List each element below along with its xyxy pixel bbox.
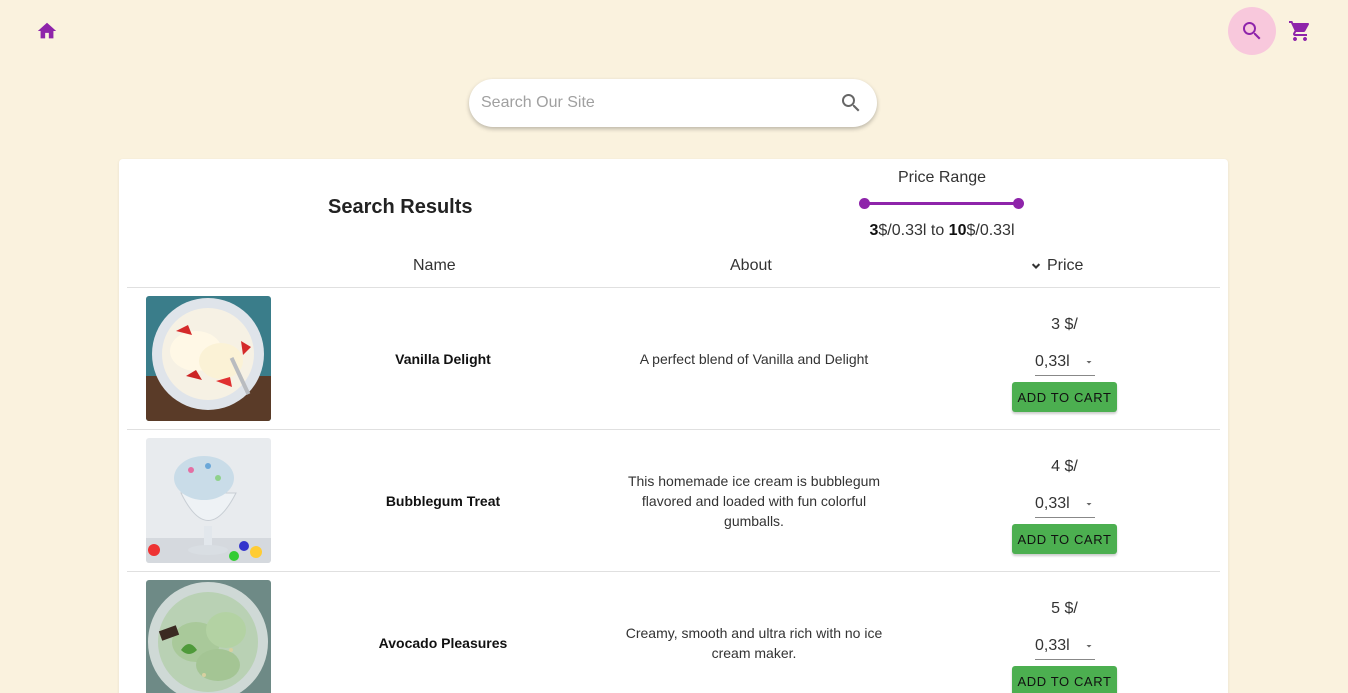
chevron-down-icon (1031, 263, 1041, 269)
price-range-slider[interactable] (839, 189, 1045, 219)
product-image (146, 580, 271, 693)
price-cell: 5 $/ 0,33l ADD TO CART (1012, 572, 1117, 693)
slider-min-handle[interactable] (859, 198, 870, 209)
range-max-unit: $/0.33l (966, 222, 1015, 239)
home-icon (37, 22, 57, 39)
search-input[interactable] (481, 94, 839, 112)
price-range-label: Price Range (897, 169, 987, 186)
search-submit-icon[interactable] (839, 91, 863, 115)
product-image (146, 438, 271, 563)
table-row: Vanilla Delight A perfect blend of Vanil… (127, 288, 1220, 430)
dropdown-arrow-icon (1086, 644, 1092, 647)
dropdown-arrow-icon (1086, 502, 1092, 505)
price-range-text: 3$/0.33l to 10$/0.33l (839, 222, 1045, 240)
cart-icon (1289, 21, 1310, 41)
price-cell: 4 $/ 0,33l ADD TO CART (1012, 430, 1117, 572)
cart-button[interactable] (1278, 9, 1322, 53)
size-select-value: 0,33l (1035, 636, 1070, 654)
slider-track (865, 202, 1018, 205)
table-row: Bubblegum Treat This homemade ice cream … (127, 430, 1220, 572)
search-bar (469, 79, 877, 127)
size-select-value: 0,33l (1035, 494, 1070, 512)
results-title: Search Results (328, 196, 473, 218)
size-select[interactable]: 0,33l (1035, 632, 1095, 660)
home-button[interactable] (25, 9, 69, 53)
column-header-price-sort[interactable]: Price (1029, 257, 1083, 275)
table-row: Avocado Pleasures Creamy, smooth and ult… (127, 572, 1220, 693)
price-cell: 3 $/ 0,33l ADD TO CART (1012, 288, 1117, 430)
size-select[interactable]: 0,33l (1035, 348, 1095, 376)
price-range-filter: Price Range 3$/0.33l to 10$/0.33l (839, 169, 1045, 240)
price-header-label: Price (1047, 257, 1084, 274)
product-name[interactable]: Vanilla Delight (353, 288, 533, 430)
product-description: Creamy, smooth and ultra rich with no ic… (625, 625, 883, 661)
product-description: A perfect blend of Vanilla and Delight (639, 351, 869, 367)
add-to-cart-button[interactable]: ADD TO CART (1012, 666, 1117, 693)
add-to-cart-button[interactable]: ADD TO CART (1012, 382, 1117, 412)
product-image (146, 296, 271, 421)
dropdown-arrow-icon (1086, 360, 1092, 363)
search-toggle-button[interactable] (1228, 7, 1276, 55)
column-header-about: About (730, 257, 772, 274)
size-select[interactable]: 0,33l (1035, 490, 1095, 518)
range-max-value: 10 (948, 222, 967, 239)
product-description: This homemade ice cream is bubblegum fla… (627, 473, 881, 529)
search-icon (1243, 22, 1261, 40)
add-to-cart-button[interactable]: ADD TO CART (1012, 524, 1117, 554)
size-select-value: 0,33l (1035, 352, 1070, 370)
range-to: to (930, 222, 945, 239)
product-name[interactable]: Avocado Pleasures (353, 572, 533, 693)
product-price: 5 $/ (1051, 600, 1078, 617)
results-card: Search Results Price Range 3$/0.33l to 1… (119, 159, 1228, 693)
slider-max-handle[interactable] (1013, 198, 1024, 209)
range-min-unit: $/0.33l (878, 222, 927, 239)
column-header-name: Name (413, 257, 456, 274)
product-name[interactable]: Bubblegum Treat (353, 430, 533, 572)
product-price: 3 $/ (1051, 316, 1078, 333)
product-price: 4 $/ (1051, 458, 1078, 475)
